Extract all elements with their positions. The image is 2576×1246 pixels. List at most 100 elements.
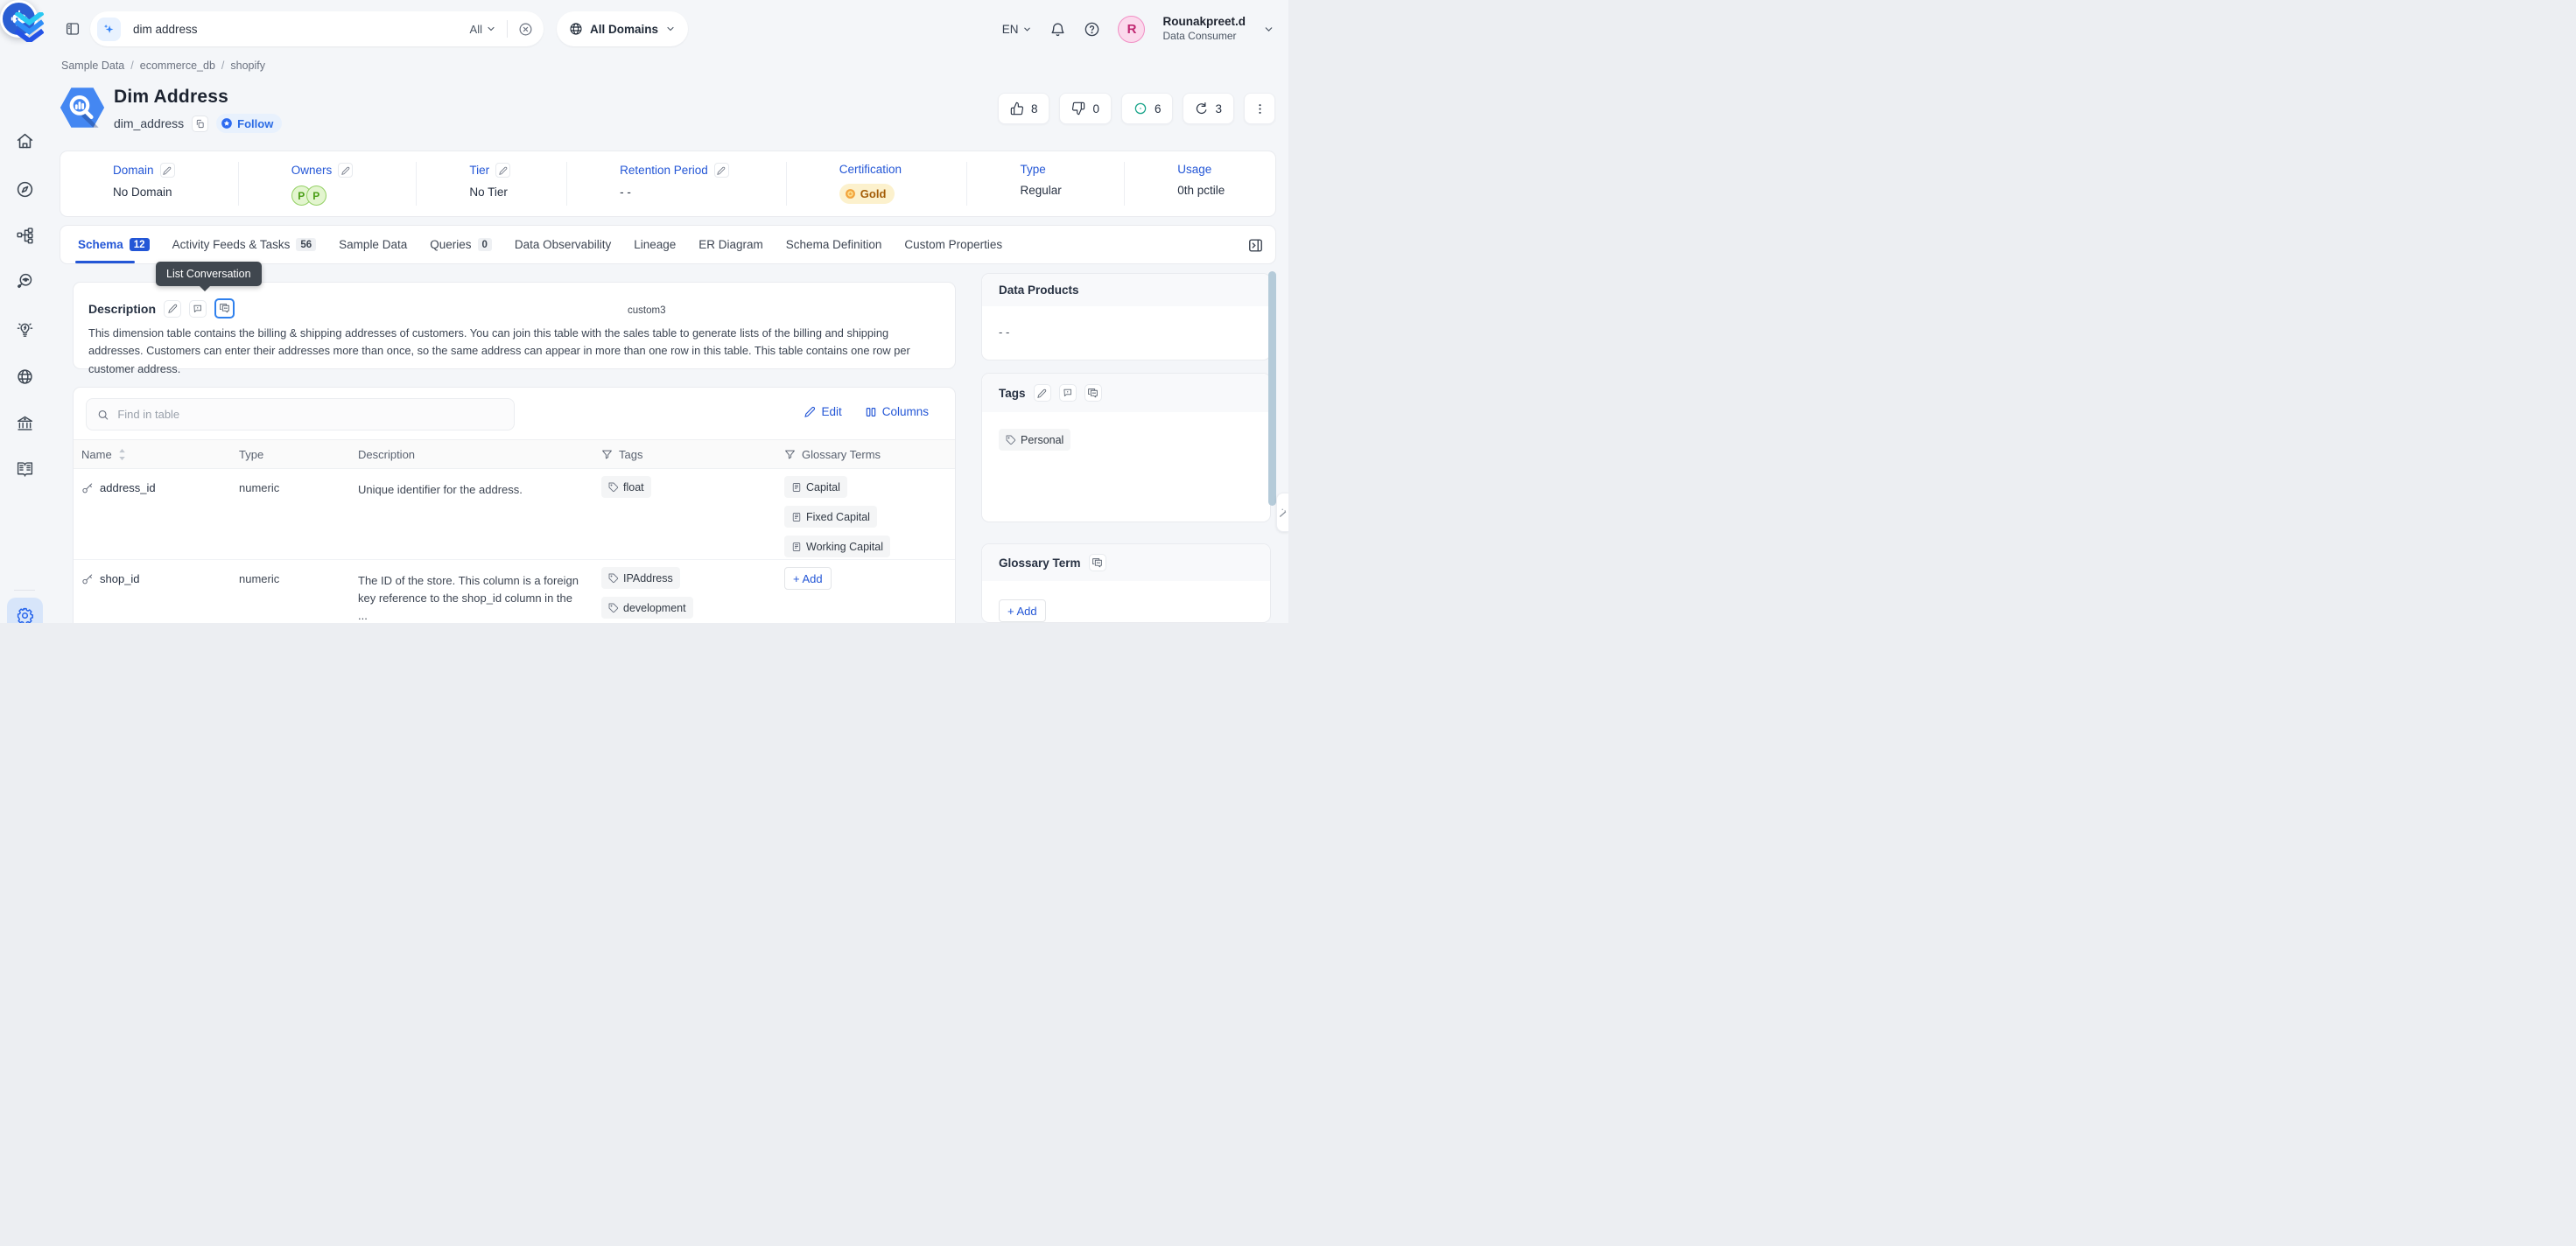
page-scrollbar-thumb[interactable] (1268, 271, 1276, 506)
add-glossary-term-button[interactable]: + Add (999, 599, 1046, 622)
atlan-logo-icon[interactable] (15, 12, 44, 42)
data-products-value: - - (982, 306, 1270, 339)
notifications-bell-icon[interactable] (1049, 21, 1066, 38)
find-in-table-input[interactable] (116, 407, 503, 422)
list-conversation-icon[interactable] (214, 298, 235, 318)
user-role: Data Consumer (1162, 30, 1246, 43)
tab-activity-feeds[interactable]: Activity Feeds & Tasks56 (172, 238, 317, 251)
tag-chip[interactable]: float (601, 476, 651, 498)
tab-data-observability[interactable]: Data Observability (515, 238, 611, 251)
all-domains-dropdown[interactable]: All Domains (557, 11, 688, 46)
column-type: numeric (239, 469, 358, 559)
tab-schema-definition[interactable]: Schema Definition (786, 238, 882, 251)
collapse-side-panel-icon[interactable] (1247, 237, 1264, 254)
globe-nav-icon[interactable] (16, 368, 34, 386)
meta-retention: Retention Period - - (567, 151, 787, 216)
sort-icon[interactable] (118, 449, 126, 460)
column-header-tags[interactable]: Tags (601, 448, 784, 461)
edit-tier-icon[interactable] (495, 163, 510, 178)
tooltip: List Conversation (156, 262, 262, 286)
tab-lineage[interactable]: Lineage (634, 238, 676, 251)
tab-schema[interactable]: Schema12 (78, 238, 150, 251)
breadcrumb-item[interactable]: shopify (230, 60, 265, 72)
metadata-summary-card: Domain No Domain Owners P P Tier No Tier… (60, 150, 1276, 217)
dislikes-button[interactable]: 0 (1059, 93, 1112, 124)
queries-count-button[interactable]: 6 (1121, 93, 1174, 124)
refresh-count-button[interactable]: 3 (1183, 93, 1234, 124)
compass-icon[interactable] (16, 180, 34, 199)
home-icon[interactable] (16, 132, 34, 150)
glossary-term-chip[interactable]: Capital (784, 476, 847, 498)
breadcrumb-item[interactable]: Sample Data (61, 60, 124, 72)
workflow-icon[interactable] (16, 226, 34, 244)
owner-avatar[interactable]: P (306, 186, 326, 206)
column-header-type[interactable]: Type (239, 448, 358, 461)
columns-config-button[interactable]: Columns (865, 405, 929, 418)
kebab-menu-icon (1253, 102, 1267, 116)
breadcrumb: Sample Data / ecommerce_db / shopify (61, 60, 265, 72)
user-name: Rounakpreet.d (1162, 15, 1246, 30)
search-input[interactable]: dim address (133, 23, 470, 36)
governance-bank-icon[interactable] (16, 414, 34, 432)
medal-icon (845, 188, 856, 200)
suggestion-bubble-icon[interactable] (1059, 384, 1077, 402)
tag-chip[interactable]: Personal (999, 429, 1070, 451)
global-search-bar[interactable]: dim address All (90, 11, 544, 46)
reporting-book-icon[interactable] (16, 460, 34, 479)
clear-search-icon[interactable] (518, 22, 533, 37)
gear-icon (16, 606, 34, 623)
edit-owners-icon[interactable] (338, 163, 353, 178)
tab-sample-data[interactable]: Sample Data (339, 238, 407, 251)
table-row[interactable]: shop_id numeric The ID of the store. Thi… (74, 560, 955, 623)
ai-sparkle-icon (97, 18, 121, 41)
filter-funnel-icon[interactable] (601, 449, 613, 460)
custom-property-label: custom3 (628, 305, 665, 316)
insights-icon[interactable] (16, 272, 34, 290)
topbar-right-cluster: EN R Rounakpreet.d Data Consumer (1002, 11, 1274, 46)
glossary-term-chip[interactable]: Working Capital (784, 536, 890, 557)
certification-badge[interactable]: Gold (839, 184, 895, 204)
copy-name-button[interactable] (192, 116, 208, 132)
settings-nav-item[interactable] (7, 598, 43, 623)
search-scope-dropdown[interactable]: All (470, 23, 496, 36)
sidebar-toggle-icon[interactable] (65, 21, 81, 37)
tab-custom-properties[interactable]: Custom Properties (904, 238, 1002, 251)
table-row[interactable]: address_id numeric Unique identifier for… (74, 469, 955, 560)
tab-queries[interactable]: Queries0 (430, 238, 492, 251)
breadcrumb-item[interactable]: ecommerce_db (140, 60, 215, 72)
list-conversation-icon[interactable] (1084, 384, 1102, 402)
column-header-name[interactable]: Name (74, 448, 239, 461)
list-conversation-icon[interactable] (1089, 554, 1106, 571)
idea-bulb-icon[interactable] (16, 320, 34, 339)
filter-funnel-icon[interactable] (784, 449, 796, 460)
find-in-table-field[interactable] (86, 398, 515, 430)
add-glossary-term-button[interactable]: + Add (784, 567, 832, 590)
column-header-description[interactable]: Description (358, 448, 601, 461)
glossary-term-chip[interactable]: Fixed Capital (784, 506, 877, 528)
column-tags: IPAddress development (601, 560, 784, 623)
thumbs-up-icon (1010, 102, 1024, 116)
language-dropdown[interactable]: EN (1002, 23, 1033, 36)
description-text: This dimension table contains the billin… (88, 325, 929, 378)
more-actions-button[interactable] (1244, 93, 1275, 124)
glossary-doc-icon (791, 512, 802, 522)
hidden-panel-handle[interactable] (1276, 493, 1288, 532)
meta-domain: Domain No Domain (60, 151, 239, 216)
user-avatar[interactable]: R (1118, 16, 1145, 43)
chevron-down-icon[interactable] (1263, 24, 1274, 35)
edit-table-button[interactable]: Edit (804, 405, 841, 418)
help-icon[interactable] (1084, 21, 1100, 38)
edit-description-icon[interactable] (164, 300, 181, 318)
tab-er-diagram[interactable]: ER Diagram (698, 238, 763, 251)
nav-divider (14, 590, 35, 591)
edit-domain-icon[interactable] (160, 163, 175, 178)
edit-tags-icon[interactable] (1034, 384, 1051, 402)
column-header-glossary[interactable]: Glossary Terms (784, 448, 955, 461)
tag-chip[interactable]: development (601, 597, 693, 619)
follow-button[interactable]: Follow (216, 114, 282, 133)
likes-button[interactable]: 8 (998, 93, 1050, 124)
user-identity[interactable]: Rounakpreet.d Data Consumer (1162, 15, 1246, 43)
suggestion-bubble-icon[interactable] (189, 300, 207, 318)
edit-retention-icon[interactable] (714, 163, 729, 178)
tag-chip[interactable]: IPAddress (601, 567, 680, 589)
